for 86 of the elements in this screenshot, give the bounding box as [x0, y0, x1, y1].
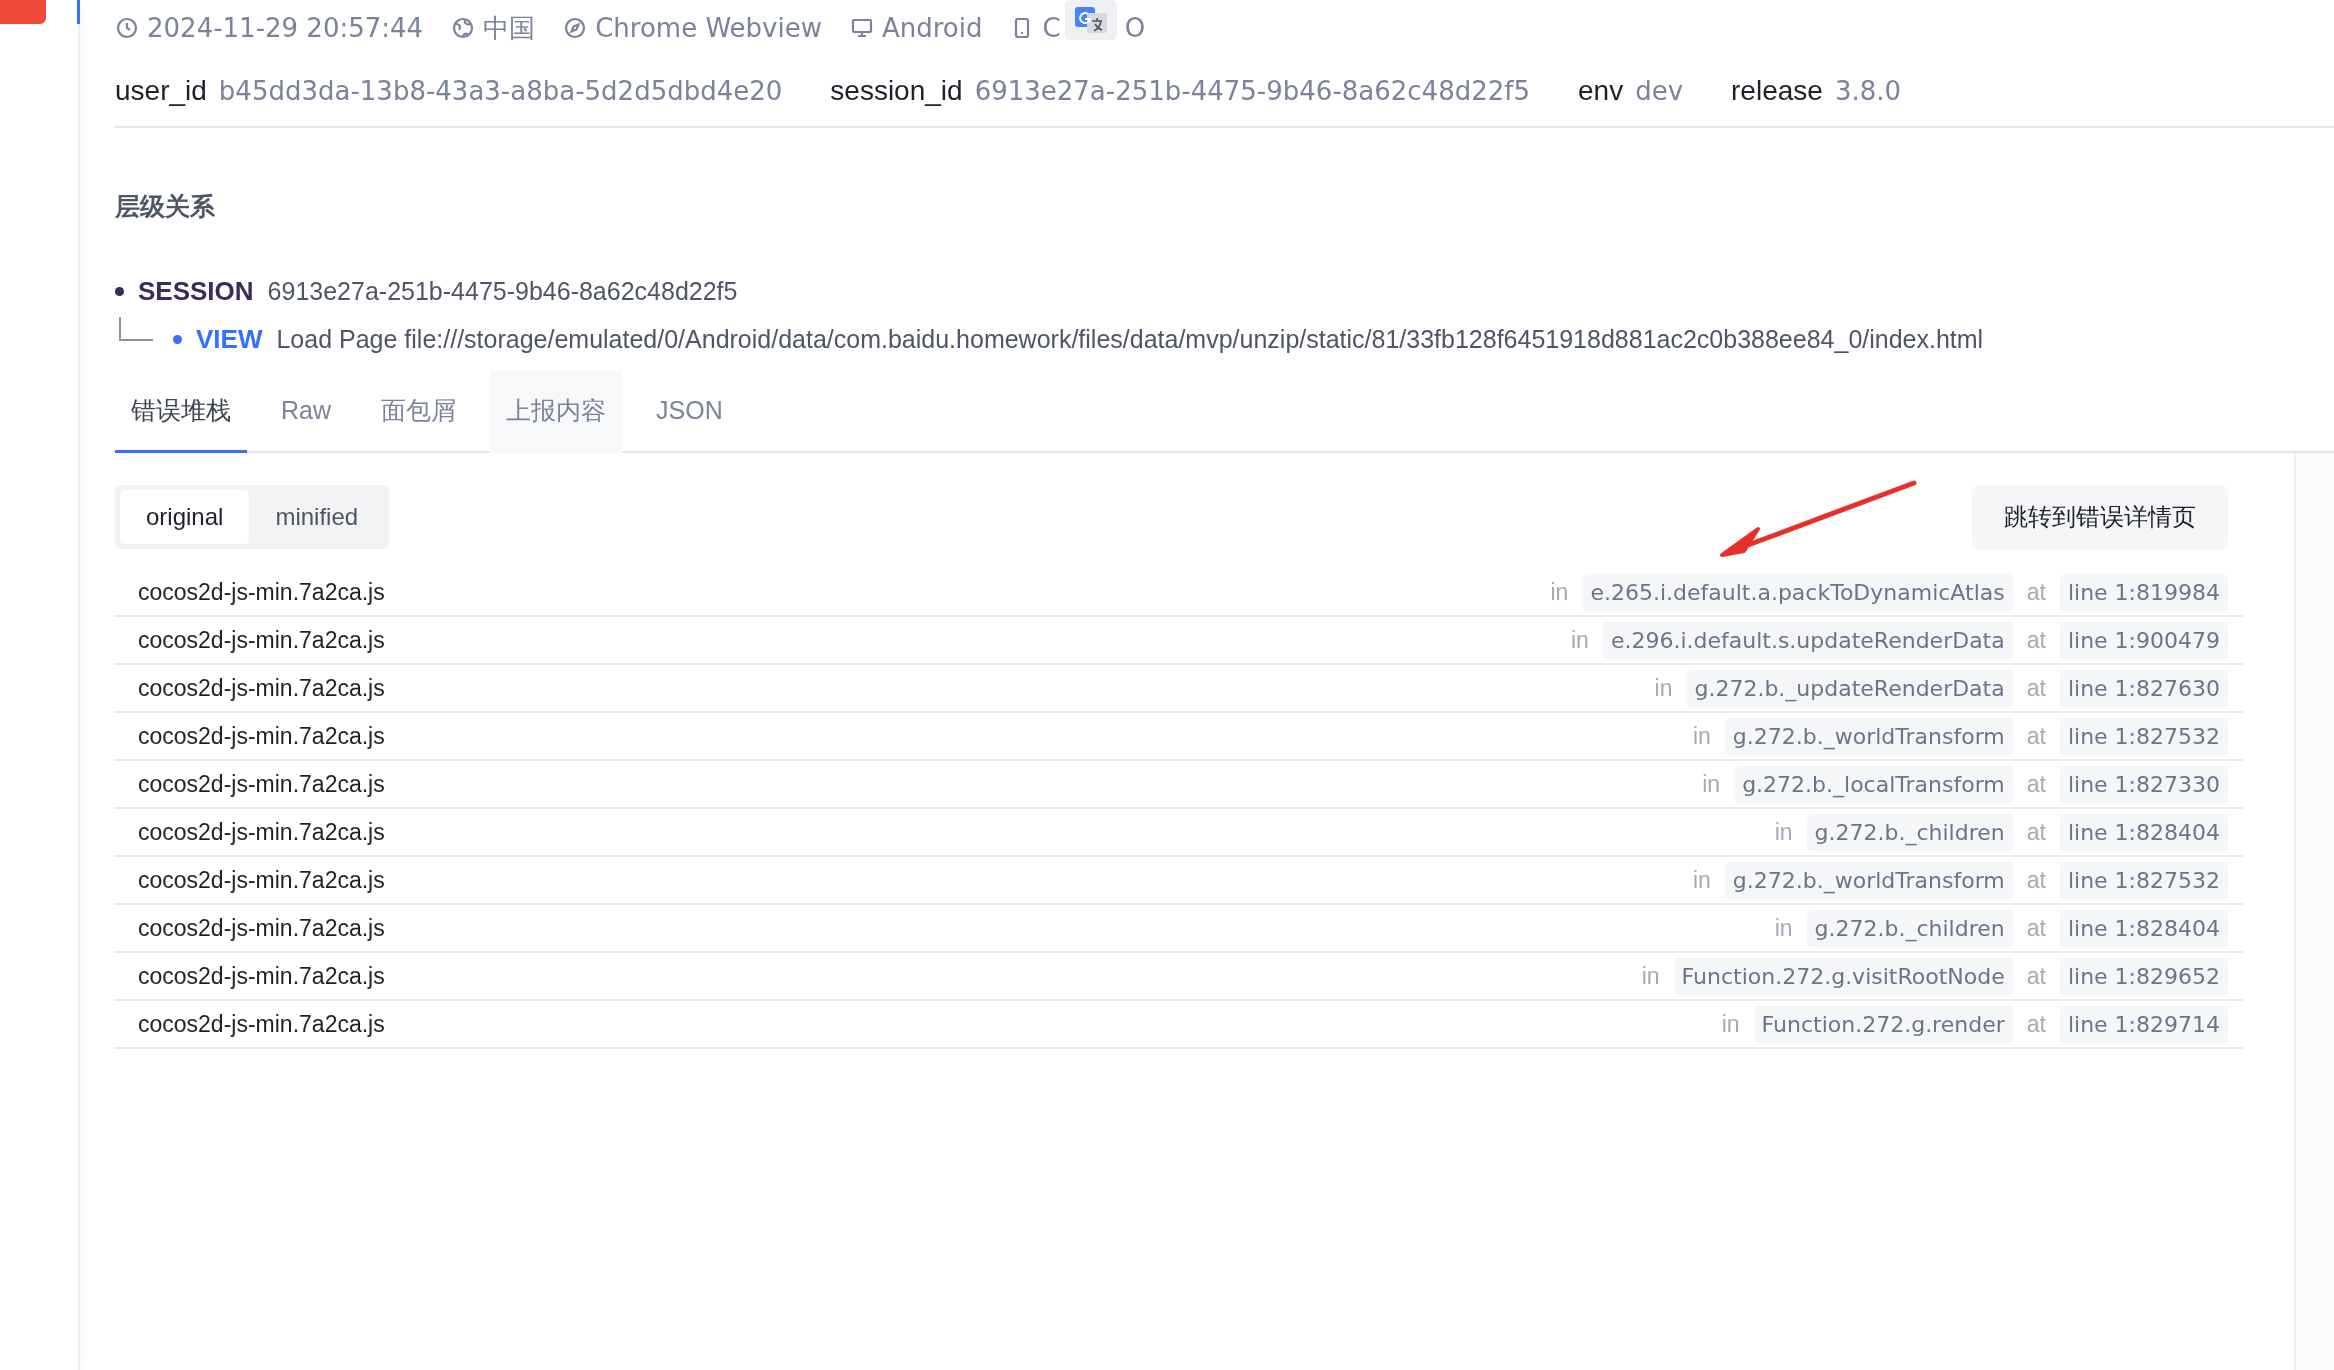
- at-label: at: [2026, 962, 2046, 990]
- meta-text: 中国: [483, 11, 536, 45]
- badge: [0, 0, 46, 24]
- file-name: cocos2d-js-min.7a2ca.js: [138, 962, 386, 990]
- file-name: cocos2d-js-min.7a2ca.js: [138, 818, 386, 846]
- jump-button[interactable]: 跳转到错误详情页: [1972, 485, 2228, 549]
- line-number: line 1:900479: [2059, 621, 2228, 659]
- file-name: cocos2d-js-min.7a2ca.js: [138, 674, 386, 702]
- at-label: at: [2026, 914, 2046, 942]
- meta-text: O: [1124, 13, 1146, 43]
- in-label: in: [1570, 626, 1589, 654]
- function-name: g.272.b._children: [1806, 909, 2013, 947]
- at-label: at: [2026, 578, 2046, 606]
- file-name: cocos2d-js-min.7a2ca.js: [138, 914, 386, 942]
- file-name: cocos2d-js-min.7a2ca.js: [138, 578, 386, 606]
- meta-text: Android: [881, 13, 983, 43]
- in-label: in: [1641, 962, 1660, 990]
- at-label: at: [2026, 626, 2046, 654]
- function-name: Function.272.g.render: [1753, 1005, 2013, 1043]
- file-name: cocos2d-js-min.7a2ca.js: [138, 626, 386, 654]
- tab[interactable]: 错误堆栈: [115, 371, 247, 453]
- in-label: in: [1692, 722, 1711, 750]
- line-number: line 1:827532: [2059, 717, 2228, 755]
- in-label: in: [1721, 1010, 1740, 1038]
- field-label: user_id: [115, 75, 207, 107]
- field-value: 6913e27a-251b-4475-9b46-8a62c48d22f5: [974, 76, 1530, 106]
- mode-option[interactable]: original: [120, 490, 250, 544]
- field-label: session_id: [830, 75, 963, 107]
- function-name: g.272.b._worldTransform: [1724, 717, 2013, 755]
- at-label: at: [2026, 818, 2046, 846]
- file-name: cocos2d-js-min.7a2ca.js: [138, 866, 386, 894]
- compass-icon: [563, 16, 588, 40]
- file-name: cocos2d-js-min.7a2ca.js: [138, 1010, 386, 1038]
- line-number: line 1:829714: [2059, 1005, 2228, 1043]
- line-number: line 1:827532: [2059, 861, 2228, 899]
- field-label: release: [1731, 75, 1823, 107]
- line-number: line 1:829652: [2059, 957, 2228, 995]
- clock-icon: [115, 16, 139, 40]
- meta-text: 2024-11-29 20:57:44: [147, 13, 424, 43]
- line-number: line 1:827330: [2059, 765, 2228, 803]
- tab[interactable]: Raw: [265, 371, 347, 453]
- tab[interactable]: JSON: [640, 371, 739, 453]
- tab[interactable]: 上报内容: [490, 371, 622, 453]
- line-number: line 1:819984: [2059, 573, 2228, 611]
- line-number: line 1:827630: [2059, 669, 2228, 707]
- node-text: Load Page file:///storage/emulated/0/Android/data/com.baidu.homework/files/data/mvp/unzip/static/81/33fb128f6451918d881ac2c0b388ee84_0/index.html: [276, 324, 1984, 354]
- in-label: in: [1774, 914, 1793, 942]
- field-value: 3.8.0: [1834, 76, 1902, 106]
- node-text: 6913e27a-251b-4475-9b46-8a62c48d22f5: [267, 276, 738, 306]
- at-label: at: [2026, 722, 2046, 750]
- field-value: b45dd3da-13b8-43a3-a8ba-5d2d5dbd4e20: [218, 76, 783, 106]
- arrow-icon: [1718, 479, 1918, 559]
- file-name: cocos2d-js-min.7a2ca.js: [138, 770, 386, 798]
- node-type: SESSION: [138, 275, 254, 307]
- function-name: g.272.b._localTransform: [1734, 765, 2013, 803]
- file-name: cocos2d-js-min.7a2ca.js: [138, 722, 386, 750]
- tab[interactable]: 面包屑: [365, 371, 472, 453]
- function-name: e.296.i.default.s.updateRenderData: [1602, 621, 2013, 659]
- section-title: 层级关系: [115, 191, 216, 222]
- mode-option[interactable]: minified: [249, 490, 385, 544]
- at-label: at: [2026, 674, 2046, 702]
- globe-icon: [451, 16, 476, 40]
- field-value: dev: [1635, 76, 1684, 106]
- at-label: at: [2026, 770, 2046, 798]
- translate-button[interactable]: [1064, 0, 1117, 40]
- line-number: line 1:828404: [2059, 813, 2228, 851]
- function-name: g.272.b._children: [1806, 813, 2013, 851]
- function-name: g.272.b._updateRenderData: [1686, 669, 2013, 707]
- line-number: line 1:828404: [2059, 909, 2228, 947]
- at-label: at: [2026, 866, 2046, 894]
- monitor-icon: [849, 16, 874, 40]
- meta-text: C: [1042, 13, 1061, 43]
- function-name: e.265.i.default.a.packToDynamicAtlas: [1582, 573, 2013, 611]
- tree-connector: [119, 317, 153, 341]
- field-label: env: [1578, 75, 1624, 107]
- in-label: in: [1774, 818, 1793, 846]
- meta-text: Chrome Webview: [595, 13, 822, 43]
- in-label: in: [1692, 866, 1711, 894]
- in-label: in: [1654, 674, 1673, 702]
- in-label: in: [1550, 578, 1569, 606]
- function-name: Function.272.g.visitRootNode: [1673, 957, 2013, 995]
- in-label: in: [1702, 770, 1721, 798]
- at-label: at: [2026, 1010, 2046, 1038]
- node-type: VIEW: [196, 323, 263, 355]
- function-name: g.272.b._worldTransform: [1724, 861, 2013, 899]
- translate-icon: [1072, 5, 1109, 35]
